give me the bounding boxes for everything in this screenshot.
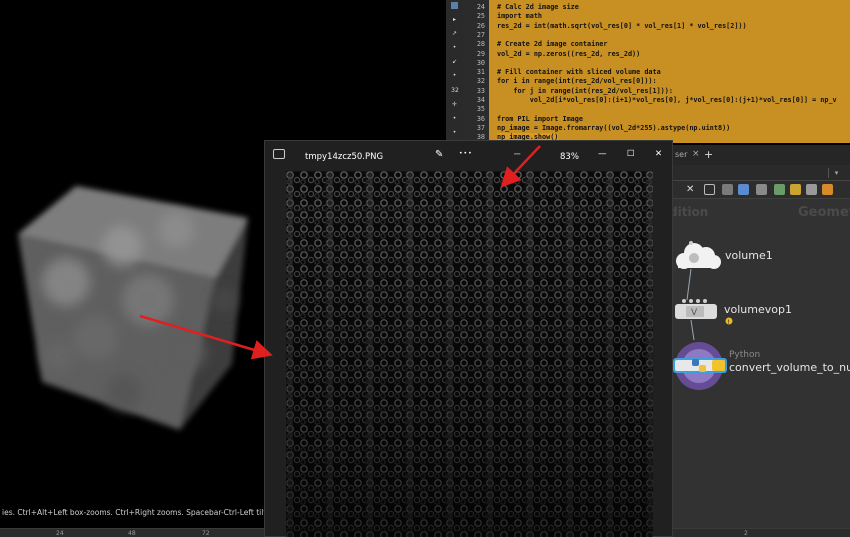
line-number: 24 bbox=[476, 3, 485, 11]
code-line: np_image = Image.fromarray((vol_2d*255).… bbox=[497, 123, 731, 132]
wand-icon[interactable]: ↗ bbox=[451, 30, 458, 37]
ruler-tick: 48 bbox=[128, 530, 136, 537]
dot-icon[interactable]: • bbox=[451, 129, 458, 136]
edit-image-icon[interactable]: ✎ bbox=[435, 149, 443, 160]
code-line: # Calc 2d image size bbox=[497, 3, 579, 11]
line-number: 35 bbox=[476, 105, 485, 114]
volume-node-icon bbox=[676, 241, 721, 269]
node-label-volumevop1[interactable]: volumevop1 bbox=[724, 303, 792, 316]
brush-icon[interactable]: ↙ bbox=[451, 58, 458, 65]
line-number: 28 bbox=[476, 40, 485, 49]
line-number: 25 bbox=[476, 12, 485, 21]
line-number: 34 bbox=[476, 96, 485, 104]
dot-icon[interactable]: • bbox=[451, 115, 458, 122]
close-button[interactable]: ✕ bbox=[655, 149, 662, 159]
code-line: res_2d = int(math.sqrt(vol_res[0] * vol_… bbox=[497, 21, 747, 30]
cross-icon[interactable]: ✛ bbox=[451, 101, 458, 108]
ruler-tick: 72 bbox=[202, 530, 210, 537]
python-node-icon bbox=[673, 342, 727, 390]
code-line: from PIL import Image bbox=[497, 114, 583, 123]
code-line: # Fill container with sliced volume data bbox=[497, 68, 661, 77]
viewport-status-text: ies. Ctrl+Alt+Left box-zooms. Ctrl+Right… bbox=[2, 508, 270, 517]
dot-icon[interactable]: • bbox=[451, 72, 458, 79]
maximize-button[interactable]: ☐ bbox=[627, 149, 635, 159]
node-graph: V ! bbox=[673, 241, 733, 390]
python-shell-icon[interactable] bbox=[451, 2, 458, 9]
code-line: import math bbox=[497, 12, 543, 21]
svg-text:V: V bbox=[691, 308, 698, 318]
node-label-volume1[interactable]: volume1 bbox=[725, 249, 773, 262]
more-options-button[interactable]: ••• bbox=[459, 150, 473, 157]
line-number: 26 bbox=[476, 21, 485, 30]
dot-icon[interactable]: • bbox=[451, 44, 458, 51]
sliced-volume-image bbox=[286, 171, 653, 537]
node-label-python[interactable]: convert_volume_to_num bbox=[729, 361, 850, 374]
zoom-level: 83% bbox=[560, 152, 579, 162]
line-number: 33 bbox=[476, 86, 485, 95]
image-viewer-window[interactable]: tmpy14zcz50.PNG ✎ ••• − 83% — ☐ ✕ bbox=[264, 140, 673, 537]
line-number: 27 bbox=[476, 30, 485, 39]
code-line: vol_2d[i*vol_res[0]:(i+1)*vol_res[0], j*… bbox=[497, 96, 837, 104]
node-type-label: Python bbox=[729, 350, 761, 360]
viewer-file-title: tmpy14zcz50.PNG bbox=[305, 152, 384, 162]
photos-app-icon bbox=[273, 149, 285, 159]
line-number: 37 bbox=[476, 123, 485, 132]
svg-text:!: ! bbox=[728, 319, 730, 326]
scene-viewport[interactable]: ies. Ctrl+Alt+Left box-zooms. Ctrl+Right… bbox=[0, 0, 270, 537]
volume-cube-render bbox=[18, 186, 248, 430]
line-number: 36 bbox=[476, 114, 485, 123]
volume-slice-grid bbox=[286, 171, 653, 537]
toolbar-32-icon[interactable]: 32 bbox=[450, 87, 460, 94]
minimize-button[interactable]: — bbox=[598, 149, 607, 159]
code-line: vol_2d = np.zeros((res_2d, res_2d)) bbox=[497, 49, 641, 58]
editor-side-toolbar: ▸ ↗ • ↙ • 32 ✛ • • bbox=[446, 0, 463, 143]
code-line: for j in range(int(res_2d/vol_res[1])): bbox=[497, 86, 673, 95]
ruler-tick: 2 bbox=[744, 530, 748, 537]
network-editor[interactable]: ser × + ▾ ✕ dition Geomet V ! volume1 vo… bbox=[672, 145, 850, 528]
code-line: # Create 2d image container bbox=[497, 40, 608, 49]
script-icon[interactable]: ▸ bbox=[451, 16, 458, 23]
code-line: for i in range(int(res_2d/vol_res[0])): bbox=[497, 77, 657, 86]
line-number: 30 bbox=[476, 58, 485, 67]
python-code-editor[interactable]: ▸ ↗ • ↙ • 32 ✛ • • 24 # Calc 2d image si… bbox=[446, 0, 850, 143]
zoom-out-icon[interactable]: − bbox=[513, 149, 521, 160]
line-number: 32 bbox=[476, 77, 485, 86]
line-number: 29 bbox=[476, 49, 485, 58]
ruler-tick: 24 bbox=[56, 530, 64, 537]
viewer-titlebar[interactable]: tmpy14zcz50.PNG ✎ ••• − 83% — ☐ ✕ bbox=[265, 141, 672, 171]
line-number: 31 bbox=[476, 68, 485, 77]
